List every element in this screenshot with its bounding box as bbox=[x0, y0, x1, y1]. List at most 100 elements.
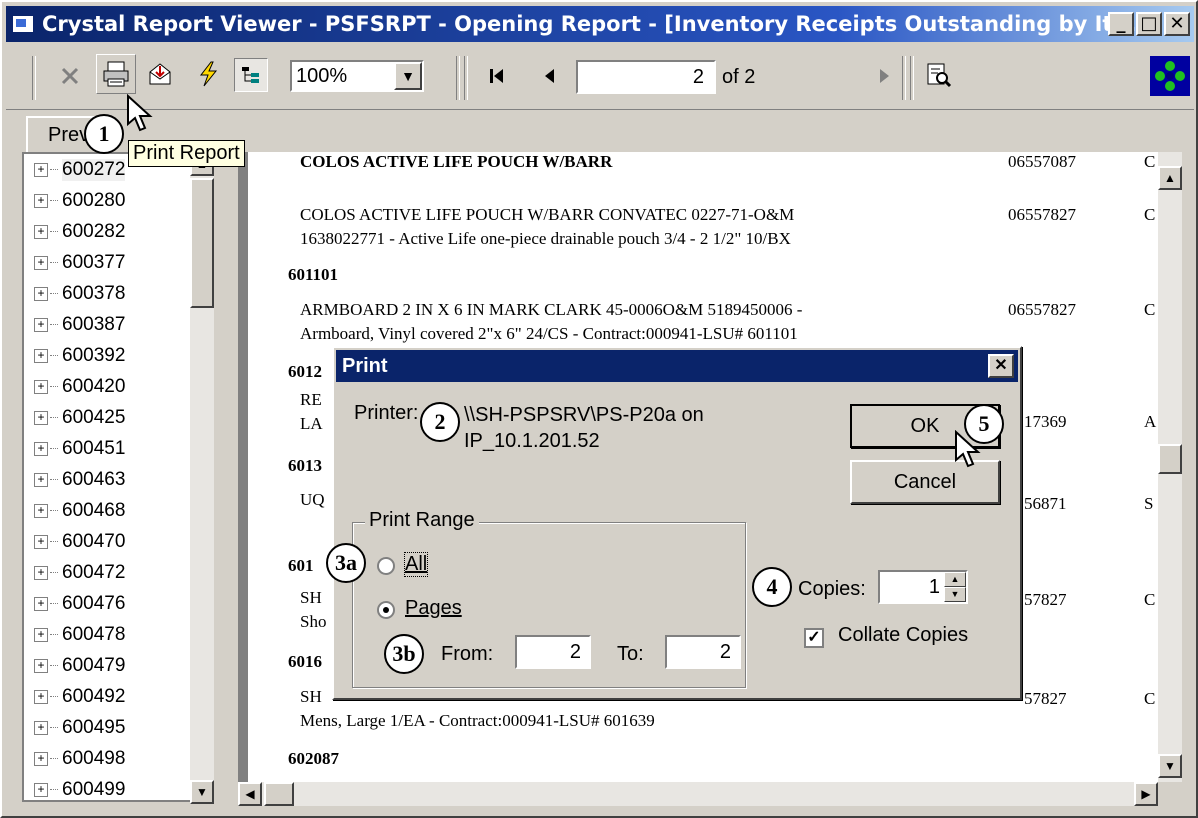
zoom-value: 100% bbox=[296, 65, 348, 87]
tree-item[interactable]: +600470 bbox=[24, 526, 212, 557]
tree-item[interactable]: +600495 bbox=[24, 712, 212, 743]
tree-connector bbox=[50, 324, 58, 325]
scroll-up-icon[interactable]: ▲ bbox=[1158, 166, 1182, 190]
expand-icon[interactable]: + bbox=[34, 782, 48, 797]
tree-item[interactable]: +600392 bbox=[24, 340, 212, 371]
tree-item[interactable]: +600425 bbox=[24, 402, 212, 433]
tree-connector bbox=[50, 200, 58, 201]
tree-item-label: 600468 bbox=[62, 499, 126, 521]
close-button[interactable]: ✕ bbox=[1164, 12, 1190, 36]
tree-vertical-scrollbar[interactable]: ▲ ▼ bbox=[190, 152, 214, 804]
spin-up-icon[interactable]: ▲ bbox=[944, 572, 966, 587]
callout-4: 4 bbox=[752, 567, 792, 607]
to-page-input[interactable]: 2 bbox=[665, 635, 741, 669]
tree-scroll-thumb[interactable] bbox=[190, 178, 214, 308]
report-hscroll-thumb[interactable] bbox=[264, 782, 294, 806]
pages-radio[interactable] bbox=[377, 601, 395, 619]
tree-item[interactable]: +600499 bbox=[24, 774, 212, 800]
search-text-icon[interactable] bbox=[922, 58, 956, 92]
tree-item[interactable]: +600463 bbox=[24, 464, 212, 495]
all-radio[interactable] bbox=[377, 557, 395, 575]
expand-icon[interactable]: + bbox=[34, 596, 48, 611]
expand-icon[interactable]: + bbox=[34, 472, 48, 487]
report-line: COLOS ACTIVE LIFE POUCH W/BARR bbox=[300, 152, 613, 171]
tree-item[interactable]: +600451 bbox=[24, 433, 212, 464]
crystal-logo-icon bbox=[1150, 56, 1190, 96]
toolbar-separator bbox=[32, 56, 36, 100]
report-vertical-scrollbar[interactable]: ▲ ▼ bbox=[1158, 152, 1182, 782]
tree-item-label: 600387 bbox=[62, 313, 126, 335]
tree-connector bbox=[50, 448, 58, 449]
minimize-button[interactable]: _ bbox=[1108, 12, 1134, 36]
expand-icon[interactable]: + bbox=[34, 751, 48, 766]
tree-item[interactable]: +600387 bbox=[24, 309, 212, 340]
expand-icon[interactable]: + bbox=[34, 410, 48, 425]
pages-radio-label[interactable]: Pages bbox=[405, 597, 462, 620]
tree-item[interactable]: +600476 bbox=[24, 588, 212, 619]
expand-icon[interactable]: + bbox=[34, 658, 48, 673]
maximize-button[interactable]: □ bbox=[1136, 12, 1162, 36]
print-icon[interactable] bbox=[96, 54, 136, 94]
tree-item-label: 600463 bbox=[62, 468, 126, 490]
tree-item[interactable]: +600472 bbox=[24, 557, 212, 588]
all-radio-label[interactable]: All bbox=[403, 552, 429, 577]
tree-item[interactable]: +600282 bbox=[24, 216, 212, 247]
first-page-icon[interactable] bbox=[484, 62, 510, 90]
report-scroll-thumb[interactable] bbox=[1158, 444, 1182, 474]
page-number-input[interactable]: 2 bbox=[576, 60, 716, 94]
callout-1: 1 bbox=[84, 114, 124, 154]
refresh-lightning-icon[interactable] bbox=[192, 58, 224, 90]
expand-icon[interactable]: + bbox=[34, 379, 48, 394]
expand-icon[interactable]: + bbox=[34, 627, 48, 642]
report-line: 06557827 bbox=[1008, 300, 1076, 319]
tree-item[interactable]: +600492 bbox=[24, 681, 212, 712]
expand-icon[interactable]: + bbox=[34, 565, 48, 580]
export-icon[interactable] bbox=[144, 58, 176, 90]
scroll-down-icon[interactable]: ▼ bbox=[1158, 754, 1182, 778]
chevron-down-icon[interactable]: ▼ bbox=[394, 62, 422, 90]
scroll-down-icon[interactable]: ▼ bbox=[190, 780, 214, 804]
callout-2: 2 bbox=[420, 402, 460, 442]
expand-icon[interactable]: + bbox=[34, 162, 48, 177]
zoom-select[interactable]: 100% ▼ bbox=[290, 60, 424, 92]
expand-icon[interactable]: + bbox=[34, 689, 48, 704]
expand-icon[interactable]: + bbox=[34, 503, 48, 518]
expand-icon[interactable]: + bbox=[34, 441, 48, 456]
copies-spinner[interactable]: ▲ ▼ bbox=[944, 572, 966, 602]
expand-icon[interactable]: + bbox=[34, 348, 48, 363]
report-line: 17369 bbox=[1024, 412, 1067, 431]
tree-item[interactable]: +600377 bbox=[24, 247, 212, 278]
tree-item[interactable]: +600378 bbox=[24, 278, 212, 309]
collate-checkbox[interactable]: ✓ bbox=[804, 628, 824, 648]
dialog-close-button[interactable]: ✕ bbox=[988, 354, 1014, 378]
cancel-icon[interactable] bbox=[54, 60, 86, 92]
expand-icon[interactable]: + bbox=[34, 317, 48, 332]
report-edge-char: S bbox=[1144, 494, 1154, 513]
report-edge-char: C bbox=[1144, 205, 1156, 224]
previous-page-icon[interactable] bbox=[536, 62, 562, 90]
tree-item-label: 600476 bbox=[62, 592, 126, 614]
scroll-right-icon[interactable]: ▶ bbox=[1134, 782, 1158, 806]
expand-icon[interactable]: + bbox=[34, 193, 48, 208]
tree-connector bbox=[50, 417, 58, 418]
tree-item[interactable]: +600468 bbox=[24, 495, 212, 526]
tree-item[interactable]: +600478 bbox=[24, 619, 212, 650]
from-page-input[interactable]: 2 bbox=[515, 635, 591, 669]
expand-icon[interactable]: + bbox=[34, 255, 48, 270]
expand-icon[interactable]: + bbox=[34, 534, 48, 549]
tree-item[interactable]: +600498 bbox=[24, 743, 212, 774]
expand-icon[interactable]: + bbox=[34, 224, 48, 239]
next-page-icon[interactable] bbox=[874, 62, 896, 90]
tree-item[interactable]: +600280 bbox=[24, 185, 212, 216]
expand-icon[interactable]: + bbox=[34, 720, 48, 735]
group-tree-toggle-icon[interactable] bbox=[234, 58, 268, 92]
scroll-left-icon[interactable]: ◀ bbox=[238, 782, 262, 806]
tree-item[interactable]: +600479 bbox=[24, 650, 212, 681]
toolbar: 100% ▼ 2 of 2 bbox=[6, 44, 1194, 110]
tree-item[interactable]: +600420 bbox=[24, 371, 212, 402]
spin-down-icon[interactable]: ▼ bbox=[944, 587, 966, 602]
collate-label[interactable]: Collate Copies bbox=[838, 624, 968, 647]
report-horizontal-scrollbar[interactable]: ◀ ▶ bbox=[238, 782, 1158, 806]
expand-icon[interactable]: + bbox=[34, 286, 48, 301]
copies-input[interactable]: 1 ▲ ▼ bbox=[878, 570, 968, 604]
